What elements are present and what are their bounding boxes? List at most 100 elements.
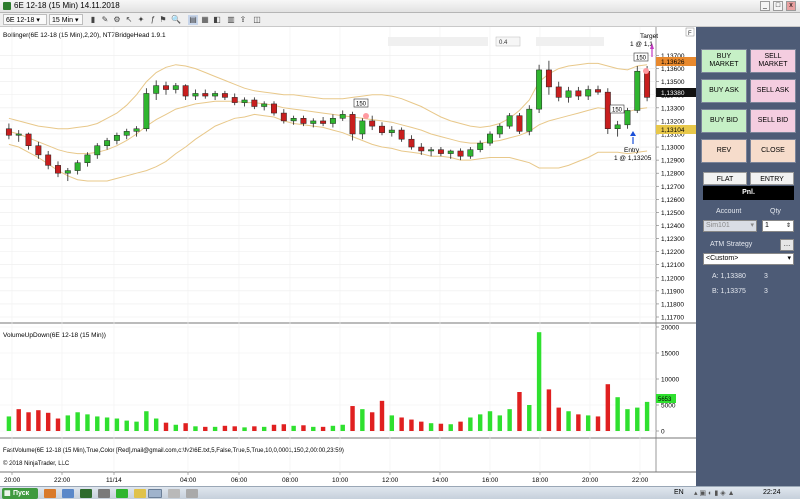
time-tick-label: 10:00 <box>332 477 349 484</box>
candle-body <box>231 97 238 103</box>
candle-body <box>35 145 42 156</box>
volume-bar <box>85 414 90 431</box>
zoom-icon[interactable]: 🔍 <box>171 15 181 25</box>
chart-area[interactable]: 0.4 F Bollinger(6E 12-18 (15 Min),2,20),… <box>0 27 696 486</box>
marker-label-a: 150 <box>356 102 367 108</box>
buy-market-button[interactable]: BUY MARKET <box>701 49 747 73</box>
candle-body <box>379 125 385 133</box>
strategy-icon[interactable]: ⚑ <box>158 15 168 25</box>
volume-bar <box>517 392 522 431</box>
share-icon[interactable]: ⇪ <box>238 15 248 25</box>
price-tick-label: 1,11700 <box>661 315 684 322</box>
candle-body <box>545 69 552 88</box>
candle-body <box>182 85 189 97</box>
chart-trader-icon[interactable]: ▤ <box>188 15 198 25</box>
chart-style-icon[interactable]: ▥ <box>226 15 236 25</box>
taskbar-app-icon[interactable] <box>134 489 146 498</box>
volume-bar <box>635 407 640 431</box>
price-tick-label: 1,13200 <box>661 118 685 125</box>
price-tick-label: 1,12700 <box>661 184 685 191</box>
volume-bar <box>311 426 316 431</box>
candle-body <box>5 128 12 136</box>
instrument-label: 6E 12-18 <box>6 17 35 24</box>
ask-row-label: A: 1,13380 <box>712 273 746 280</box>
volume-tick-label: 5000 <box>661 403 676 410</box>
volume-bar <box>625 409 630 431</box>
sell-ask-button[interactable]: SELL ASK <box>750 79 796 103</box>
properties-icon[interactable]: ⚙ <box>112 15 122 25</box>
indicator-icon[interactable]: ƒ <box>148 15 158 25</box>
entry-button[interactable]: ENTRY <box>750 172 794 185</box>
maximize-button[interactable]: □ <box>773 1 783 11</box>
signal-dot <box>643 68 649 74</box>
atm-strategy-select[interactable]: <Custom> ▾ <box>703 253 794 265</box>
candle-body <box>84 154 91 163</box>
close-position-button[interactable]: CLOSE <box>750 139 796 163</box>
price-chart[interactable]: 0.4 F Bollinger(6E 12-18 (15 Min),2,20),… <box>0 27 696 486</box>
account-label: Account <box>716 208 742 215</box>
candle-body <box>339 114 346 119</box>
close-window-button[interactable]: x <box>786 1 796 11</box>
pencil-icon[interactable]: ✎ <box>100 15 110 25</box>
template-icon[interactable]: ◫ <box>252 15 262 25</box>
candle-body <box>477 142 484 150</box>
volume-bar <box>350 406 355 431</box>
taskbar-app-icon[interactable] <box>116 489 128 498</box>
taskbar-app-icon[interactable] <box>98 489 110 498</box>
time-tick-label: 18:00 <box>532 477 549 484</box>
volume-bar <box>134 421 139 431</box>
clock: 22:24 <box>763 489 781 496</box>
volume-bar <box>16 409 21 431</box>
account-select[interactable]: Sim101 ▾ <box>703 220 757 232</box>
bar-type-icon[interactable]: ▮ <box>88 15 98 25</box>
candle-body <box>526 108 533 132</box>
volume-bar <box>301 425 306 431</box>
tray-icons[interactable]: ▴▣◐▮◈▲ <box>694 489 737 497</box>
volume-bar <box>546 389 552 431</box>
minimize-button[interactable]: _ <box>760 1 770 11</box>
candle-body <box>123 131 130 136</box>
price-tick-label: 1,11800 <box>661 301 684 308</box>
volume-bar <box>477 414 483 431</box>
buy-bid-button[interactable]: BUY BID <box>701 109 747 133</box>
taskbar-app-icon[interactable] <box>44 489 56 498</box>
cursor-icon[interactable]: ↖ <box>124 15 134 25</box>
qty-value: 1 <box>765 222 769 229</box>
start-button[interactable]: ▦ Пуск <box>2 488 38 499</box>
draw-objects-icon[interactable]: ◧ <box>212 15 222 25</box>
candle-body <box>45 154 52 166</box>
candle-body <box>506 115 513 127</box>
buy-ask-button[interactable]: BUY ASK <box>701 79 747 103</box>
entry-price-text: 1,13104 <box>661 127 685 134</box>
price-tick-label: 1,12900 <box>661 158 685 165</box>
candle-body <box>290 118 297 122</box>
reverse-button[interactable]: REV <box>701 139 747 163</box>
language-indicator[interactable]: EN <box>674 489 684 496</box>
price-tick-label: 1,12600 <box>661 197 685 204</box>
qty-stepper[interactable]: 1 ⇕ <box>762 220 794 232</box>
volume-bar <box>360 409 365 431</box>
instrument-selector[interactable]: 6E 12-18 ▾ <box>3 14 47 25</box>
taskbar-app-icon[interactable] <box>186 489 198 498</box>
taskbar-app-active[interactable] <box>148 489 162 498</box>
taskbar-app-icon[interactable] <box>168 489 180 498</box>
taskbar-app-icon[interactable] <box>62 489 74 498</box>
taskbar-app-icon[interactable] <box>80 489 92 498</box>
time-tick-label: 06:00 <box>231 477 248 484</box>
interval-selector[interactable]: 15 Min ▾ <box>49 14 83 25</box>
volume-bar <box>566 411 571 431</box>
fastvolume-indicator-label: FastVolume(6E 12-18 (15 Min),True,Color … <box>3 448 344 454</box>
price-tick-label: 1,12500 <box>661 210 685 217</box>
flat-button[interactable]: FLAT <box>703 172 747 185</box>
crosshair-icon[interactable]: ✦ <box>136 15 146 25</box>
candle-body <box>487 133 493 144</box>
sell-market-button[interactable]: SELL MARKET <box>750 49 796 73</box>
atm-options-button[interactable]: … <box>780 239 794 251</box>
candle-body <box>467 149 474 157</box>
volume-bar <box>468 417 473 431</box>
price-tick-label: 1,12000 <box>661 275 685 282</box>
sell-bid-button[interactable]: SELL BID <box>750 109 796 133</box>
time-tick-label: 22:00 <box>54 477 71 484</box>
candle-body <box>300 118 307 124</box>
data-box-icon[interactable]: ▦ <box>200 15 210 25</box>
